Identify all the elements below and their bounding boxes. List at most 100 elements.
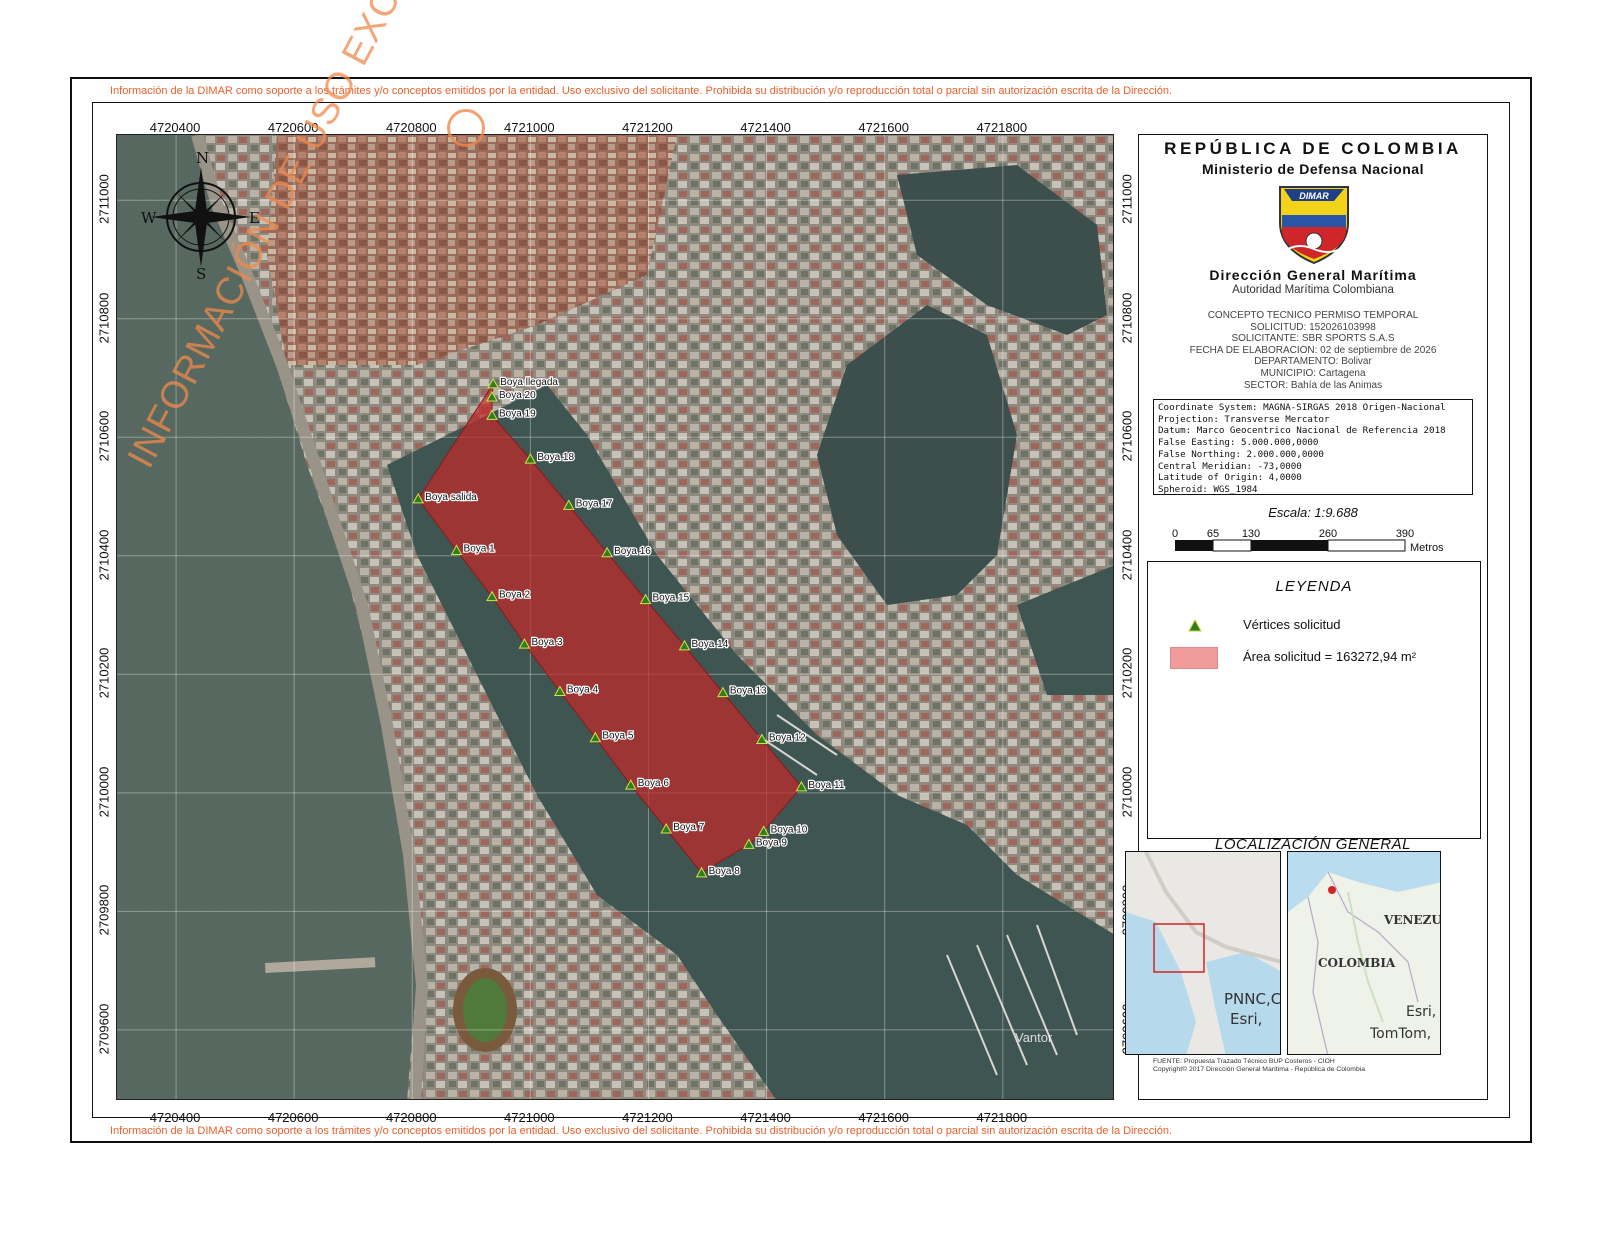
x-tick-label-top: 4720400 [149, 120, 201, 135]
info-line: SECTOR: Bahía de las Animas [1243, 379, 1383, 391]
info-line: SOLICITANTE: SBR SPORTS S.A.S [1231, 333, 1395, 345]
locator-map-detail[interactable]: PNNC,C Esri, [1125, 851, 1281, 1055]
info-line: MUNICIPIO: Cartagena [1260, 367, 1366, 379]
buoy-label: Boya 18 [537, 452, 574, 463]
coord-line: Coordinate System: MAGNA-SIRGAS 2018 Ori… [1158, 402, 1446, 413]
locator-label: VENEZU [1383, 913, 1441, 927]
y-tick-label-left: 2710000 [96, 766, 112, 818]
buoy-label: Boya 15 [653, 593, 690, 604]
info-line: FECHA DE ELABORACION: 02 de septiembre d… [1189, 344, 1437, 356]
buoy-label: Boya 16 [614, 546, 651, 557]
location-marker-icon [1328, 886, 1336, 894]
coord-line: Spheroid: WGS_1984 [1158, 483, 1258, 495]
y-tick-label-right: 2710600 [1119, 410, 1135, 462]
coord-line: Central Meridian: -73,0000 [1158, 460, 1302, 472]
ministerio-title: Ministerio de Defensa Nacional [1202, 161, 1424, 177]
republica-title: REPÚBLICA DE COLOMBIA [1164, 139, 1462, 158]
y-tick-label-left: 2710600 [96, 410, 112, 462]
coord-line: Projection: Transverse Mercator [1158, 413, 1330, 425]
fuente-line: FUENTE: Propuesta Trazado Técnico BUP Co… [1153, 1058, 1335, 1065]
buoy-label: Boya 10 [771, 824, 808, 835]
buoy-label: Boya 2 [499, 590, 531, 601]
disclaimer-bottom: Información de la DIMAR como soporte a l… [110, 1125, 1173, 1137]
locator-label: TomTom, [1369, 1026, 1431, 1042]
compass-n: N [196, 149, 209, 167]
coordinate-system-box: Coordinate System: MAGNA-SIRGAS 2018 Ori… [1153, 399, 1473, 495]
coord-line: Datum: Marco Geocentrico Nacional de Ref… [1158, 425, 1446, 437]
locator-label: Esri, [1230, 1010, 1262, 1028]
autoridad-subtitle: Autoridad Marítima Colombiana [1232, 284, 1394, 296]
buoy-label: Boya llegada [500, 377, 558, 388]
legend-label: Vértices solicitud [1243, 617, 1341, 632]
fuente-credits: FUENTE: Propuesta Trazado Técnico BUP Co… [1153, 1058, 1365, 1074]
y-tick-label-right: 2710400 [1119, 529, 1135, 581]
scale-text: Escala: 1:9.688 [1268, 505, 1358, 520]
scale-tick: 0 [1172, 528, 1178, 540]
scale-tick: 65 [1207, 528, 1219, 540]
buoy-label: Boya 20 [499, 390, 536, 401]
y-tick-label-right: 2710000 [1119, 766, 1135, 818]
buoy-label: Boya 3 [531, 637, 563, 648]
x-tick-label-top: 4721000 [504, 120, 555, 135]
y-tick-label-left: 2711000 [96, 174, 112, 225]
buoy-label: Boya 6 [638, 778, 670, 789]
imagery-vendor-label: Vantor [1015, 1030, 1053, 1045]
y-tick-label-right: 2711000 [1119, 174, 1135, 225]
x-tick-label-bottom: 4721600 [858, 1110, 909, 1125]
scale-tick: 390 [1396, 528, 1414, 540]
y-tick-label-right: 2710200 [1119, 647, 1135, 699]
map-canvas: Boya llegada Boya 20 Boya 19 Boya 18 Boya 17… [117, 135, 1113, 1099]
scale-tick: 260 [1319, 528, 1337, 540]
buoy-label: Boya 8 [709, 866, 741, 877]
info-line: CONCEPTO TECNICO PERMISO TEMPORAL [1207, 310, 1419, 321]
buoy-label: Boya 13 [730, 686, 767, 697]
x-tick-label-top: 4721800 [976, 120, 1028, 135]
x-tick-label-bottom: 4720800 [385, 1110, 437, 1125]
buoy-label: Boya 4 [567, 684, 599, 695]
buoy-label: Boya 19 [499, 408, 536, 419]
locator-label: Esri, [1406, 1004, 1436, 1020]
coord-line: False Northing: 2.000.000,0000 [1158, 448, 1324, 460]
buoy-label: Boya 14 [692, 639, 729, 650]
x-tick-label-bottom: 4720400 [149, 1110, 201, 1125]
dimar-logo-icon: DIMAR [1279, 186, 1349, 265]
coord-line: False Easting: 5.000.000,0000 [1158, 437, 1319, 449]
buoy-label: Boya 11 [808, 780, 844, 791]
scale-unit: Metros [1410, 542, 1444, 554]
x-tick-label-top: 4721400 [740, 120, 791, 135]
watermark-circle [447, 109, 485, 147]
legend-label: Área solicitud = 163272,94 m² [1243, 649, 1417, 664]
area-swatch [1170, 647, 1218, 669]
y-tick-label-left: 2710400 [96, 529, 112, 581]
info-line: SOLICITUD: 152026103998 [1250, 321, 1376, 333]
buoy-label: Boya 5 [602, 731, 634, 742]
info-line: DEPARTAMENTO: Bolivar [1254, 356, 1372, 368]
compass-s: S [196, 265, 206, 279]
compass-w: W [141, 209, 157, 227]
x-tick-label-bottom: 4721000 [504, 1110, 555, 1125]
locator-map-country[interactable]: VENEZU COLOMBIA Esri, TomTom, [1287, 851, 1441, 1055]
x-tick-label-bottom: 4721800 [976, 1110, 1028, 1125]
scale-bar: 0 65 130 260 390 Metros [1172, 528, 1444, 554]
x-tick-label-top: 4721200 [622, 120, 673, 135]
triangle-icon [1188, 619, 1202, 632]
scale-tick: 130 [1242, 528, 1260, 540]
buoy-label: Boya 9 [756, 837, 788, 848]
y-tick-label-left: 2710800 [96, 292, 112, 344]
coord-line: Latitude of Origin: 4,0000 [1158, 472, 1302, 484]
x-tick-label-bottom: 4721400 [740, 1110, 791, 1125]
satellite-map[interactable]: Boya llegada Boya 20 Boya 19 Boya 18 Boya 17… [116, 134, 1114, 1100]
buoy-label: Boya 7 [673, 822, 705, 833]
buoy-label: Boya salida [425, 492, 477, 503]
buoy-label: Boya 12 [769, 732, 806, 743]
legend-title: LEYENDA [1275, 578, 1353, 595]
y-tick-label-right: 2710800 [1119, 292, 1135, 344]
direccion-general-title: Dirección General Marítima [1209, 267, 1417, 283]
concepto-info: CONCEPTO TECNICO PERMISO TEMPORAL SOLICI… [1139, 310, 1487, 391]
locator-label: COLOMBIA [1318, 956, 1396, 970]
locator-country-canvas: VENEZU COLOMBIA Esri, TomTom, [1288, 852, 1441, 1054]
y-tick-label-left: 2710200 [96, 647, 112, 699]
info-panel: REPÚBLICA DE COLOMBIA Ministerio de Defe… [1125, 134, 1488, 1100]
locator-label: PNNC,C [1224, 990, 1281, 1008]
logo-text: DIMAR [1299, 191, 1329, 201]
